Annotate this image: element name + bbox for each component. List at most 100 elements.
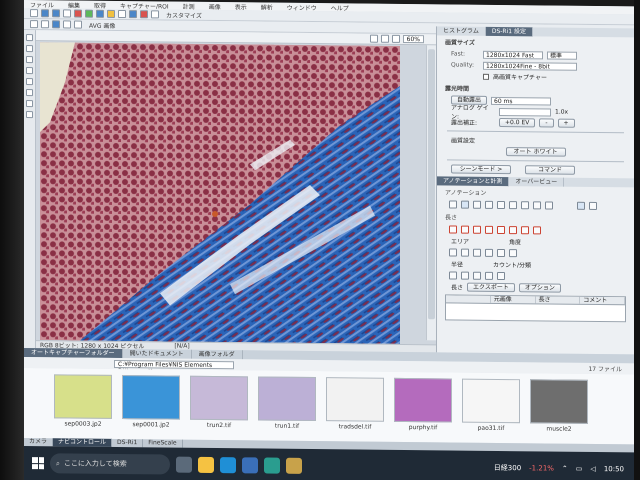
exposure-time-select[interactable]: 60 ms xyxy=(491,96,552,106)
bin-icon[interactable] xyxy=(140,10,148,19)
clock[interactable]: 10:50 xyxy=(604,465,624,474)
print-icon[interactable] xyxy=(63,9,71,18)
thumbnail-item[interactable]: sep0001.jp2 xyxy=(120,375,182,440)
histogram-icon[interactable] xyxy=(129,10,137,19)
zoom-in-icon[interactable] xyxy=(380,34,389,43)
text-annotation-icon[interactable] xyxy=(461,200,469,209)
explorer-icon[interactable] xyxy=(198,456,214,473)
rect-icon[interactable] xyxy=(26,56,33,64)
edge-icon[interactable] xyxy=(220,457,236,474)
thumbnail-item[interactable]: sep0003.jp2 xyxy=(52,374,114,439)
line-icon[interactable] xyxy=(26,45,33,53)
hq-capture-checkbox[interactable] xyxy=(483,73,489,80)
store-icon[interactable] xyxy=(242,457,258,474)
vertical-scrollbar[interactable] xyxy=(426,45,436,341)
count-icon[interactable] xyxy=(485,271,493,280)
thumbnail-item[interactable]: tradsdel.tif xyxy=(324,377,386,442)
command-button[interactable]: コマンド xyxy=(525,165,575,175)
folder-icon[interactable] xyxy=(107,9,115,18)
length-vertical-icon[interactable] xyxy=(497,225,505,235)
fast-resolution-select[interactable]: 1280x1024 Fast xyxy=(483,50,543,59)
arrow-icon[interactable] xyxy=(473,200,481,209)
length-line-icon[interactable] xyxy=(449,225,457,234)
thumbnail-item[interactable]: trun2.tif xyxy=(188,375,250,441)
rectangle-icon[interactable] xyxy=(497,200,505,210)
polygon-icon[interactable] xyxy=(521,201,529,210)
network-icon[interactable]: ▭ xyxy=(576,465,583,473)
tab-histogram[interactable]: ヒストグラム xyxy=(437,26,486,36)
line-draw-icon[interactable] xyxy=(485,200,493,209)
option-button[interactable]: オプション xyxy=(518,283,561,293)
ruler-icon[interactable] xyxy=(26,111,33,119)
circle-icon[interactable] xyxy=(509,201,517,210)
pointer-icon[interactable] xyxy=(30,20,38,29)
length-parallel-icon[interactable] xyxy=(473,225,481,234)
thumbnail-item[interactable]: purphy.tif xyxy=(392,377,454,443)
triangle-icon[interactable] xyxy=(545,201,553,210)
radius-circle-icon[interactable] xyxy=(449,271,457,280)
fit-window-icon[interactable] xyxy=(369,34,378,43)
live-icon[interactable] xyxy=(85,9,93,18)
quality-resolution-select[interactable]: 1280x1024Fine - 8bit xyxy=(483,61,577,71)
length-polyline-icon[interactable] xyxy=(461,225,469,234)
mail-icon[interactable] xyxy=(264,457,280,474)
ellipse-icon[interactable] xyxy=(26,67,33,75)
auto-white-button[interactable]: オート ホワイト xyxy=(505,147,566,157)
exposure-minus-button[interactable]: - xyxy=(539,118,554,128)
tab-annotation-measure[interactable]: アノテーションと計測 xyxy=(437,176,510,187)
zoom-out-icon[interactable] xyxy=(391,34,400,43)
taskbar-search[interactable]: ⌕ ここに入力して検索 xyxy=(50,453,170,475)
exposure-plus-button[interactable]: + xyxy=(557,118,575,128)
exposure-comp-value[interactable]: +0.0 EV xyxy=(499,117,536,128)
area-freehand-icon[interactable] xyxy=(485,248,493,257)
radius-three-point-icon[interactable] xyxy=(461,271,469,280)
length-multi-icon[interactable] xyxy=(521,226,529,235)
thumbnail-item[interactable]: trun1.tif xyxy=(256,376,318,441)
zoom-icon[interactable] xyxy=(52,20,60,29)
volume-icon[interactable]: ◁ xyxy=(590,465,595,473)
windows-start-icon[interactable] xyxy=(32,457,44,470)
scene-mode-button[interactable]: シーンモード > xyxy=(451,164,511,175)
tab-overview[interactable]: オーバービュー xyxy=(509,177,565,187)
roi-icon[interactable] xyxy=(118,9,126,19)
tray-up-icon[interactable]: ⌃ xyxy=(562,465,568,473)
record-icon[interactable] xyxy=(74,9,82,18)
tab-ds-ri1-settings[interactable]: DS-Ri1 設定 xyxy=(485,26,533,37)
angle-three-point-icon[interactable] xyxy=(497,248,505,258)
text-icon[interactable] xyxy=(26,78,33,86)
brush-icon[interactable] xyxy=(26,89,33,97)
grid-icon[interactable] xyxy=(151,10,159,19)
thumbnail-item[interactable]: muscle2 xyxy=(528,379,590,444)
folder-path-input[interactable]: C:¥Program Files¥NIS Elements D¥Images¥ xyxy=(114,359,234,375)
capture-icon[interactable] xyxy=(96,9,104,18)
measurement-table[interactable]: 元画像 長さ コメント xyxy=(445,294,626,323)
save-icon[interactable] xyxy=(52,9,60,18)
layout-mode-label[interactable]: カスタマイズ xyxy=(162,10,206,19)
export-button[interactable]: エクスポート xyxy=(467,282,515,293)
area-rect-icon[interactable] xyxy=(449,248,457,257)
new-icon[interactable] xyxy=(30,9,38,18)
pan-icon[interactable] xyxy=(41,20,49,29)
length-curve-icon[interactable] xyxy=(485,225,493,234)
settings-icon[interactable] xyxy=(589,201,597,211)
zoom-level-input[interactable]: 60% xyxy=(402,34,424,44)
length-grid-icon[interactable] xyxy=(533,226,541,235)
analog-gain-slider[interactable] xyxy=(499,107,551,117)
classify-icon[interactable] xyxy=(497,271,505,281)
thumbnail-item[interactable]: pao31.tif xyxy=(460,378,522,444)
area-polygon-icon[interactable] xyxy=(473,248,481,257)
fast-mode-select[interactable]: 標準 xyxy=(547,50,577,60)
rotate-icon[interactable] xyxy=(74,20,82,29)
microscope-image[interactable] xyxy=(40,42,400,344)
select-icon[interactable] xyxy=(26,34,33,42)
area-ellipse-icon[interactable] xyxy=(461,248,469,257)
radius-center-icon[interactable] xyxy=(473,271,481,280)
open-icon[interactable] xyxy=(41,9,49,18)
fit-icon[interactable] xyxy=(63,20,71,29)
eraser-icon[interactable] xyxy=(26,100,33,108)
task-view-icon[interactable] xyxy=(176,456,192,473)
angle-four-point-icon[interactable] xyxy=(509,249,517,258)
cursor-icon[interactable] xyxy=(449,200,457,209)
freehand-icon[interactable] xyxy=(533,201,541,210)
nis-elements-icon[interactable] xyxy=(286,457,302,474)
